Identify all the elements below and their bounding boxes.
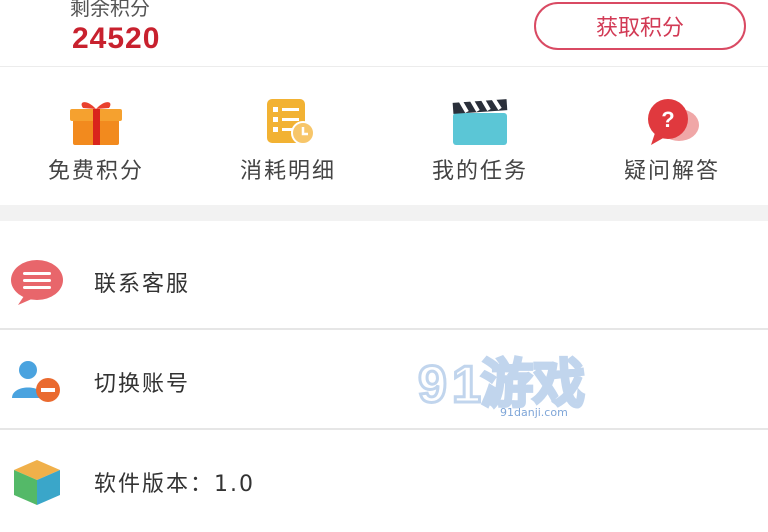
quick-item-consumption-details[interactable]: 消耗明细 — [208, 97, 368, 187]
list-item-contact-support[interactable]: 联系客服 — [0, 232, 768, 332]
quick-item-my-tasks[interactable]: 我的任务 — [400, 97, 560, 187]
gift-icon — [70, 102, 122, 145]
checklist-icon — [267, 99, 315, 145]
get-points-button[interactable]: 获取积分 — [534, 2, 746, 50]
list-item-label: 软件版本：1.0 — [94, 472, 255, 497]
divider — [0, 428, 768, 430]
quick-item-free-points[interactable]: 免费积分 — [16, 97, 176, 187]
list-item-switch-account[interactable]: 切换账号 — [0, 332, 768, 432]
list-item-software-version: 软件版本：1.0 — [0, 432, 768, 532]
svg-text:?: ? — [661, 107, 674, 132]
clapperboard-icon — [452, 97, 508, 145]
quick-item-label: 免费积分 — [47, 159, 144, 184]
question-bubble-icon: ? — [648, 99, 699, 145]
switch-user-icon — [12, 361, 60, 402]
list-item-label: 切换账号 — [94, 372, 191, 397]
quick-item-label: 我的任务 — [431, 159, 528, 184]
quick-item-faq[interactable]: ? 疑问解答 — [592, 97, 752, 187]
svg-text:9: 9 — [418, 356, 447, 414]
watermark-url: 91danji.com — [500, 406, 568, 419]
cube-icon — [14, 460, 60, 505]
points-header: 剩余积分 24520 获取积分 — [0, 0, 768, 67]
points-label: 剩余积分 — [70, 0, 150, 20]
section-separator — [0, 205, 768, 221]
divider — [0, 328, 768, 330]
quick-item-label: 疑问解答 — [623, 159, 720, 184]
chat-bubble-icon — [11, 260, 63, 305]
points-value: 24520 — [72, 22, 161, 55]
list-item-label: 联系客服 — [94, 272, 191, 297]
quick-menu: 免费积分 消耗明细 我的任务 ? 疑问解答 — [0, 67, 768, 203]
quick-item-label: 消耗明细 — [239, 159, 336, 184]
